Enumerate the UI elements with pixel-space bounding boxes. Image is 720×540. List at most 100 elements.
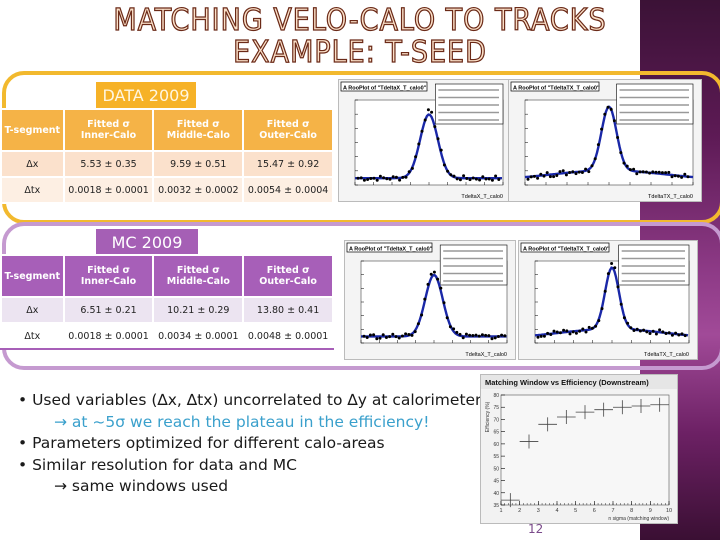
- data-point: [433, 125, 437, 129]
- data-point: [439, 148, 443, 152]
- data-point: [465, 177, 469, 180]
- data-point: [410, 333, 414, 337]
- data-point: [635, 327, 639, 331]
- y-tick-label: 35: [493, 503, 499, 509]
- data-point: [587, 170, 591, 174]
- data-point: [580, 171, 584, 174]
- table-cell: 0.0054 ± 0.0004: [242, 176, 334, 204]
- data-point: [462, 174, 466, 178]
- data-point: [578, 329, 582, 333]
- data-point: [590, 164, 594, 168]
- table-cell: 0.0034 ± 0.0001: [152, 322, 245, 350]
- y-tick-label: 60: [493, 442, 499, 448]
- data-point: [536, 176, 540, 180]
- data-point: [562, 328, 566, 332]
- x-tick-label: 5: [574, 508, 577, 514]
- data-point: [529, 175, 533, 179]
- data-point: [394, 175, 398, 179]
- data-point: [468, 333, 472, 337]
- data-point: [474, 333, 478, 337]
- data-point: [464, 332, 468, 336]
- data-point: [539, 334, 543, 338]
- data-point: [439, 286, 443, 290]
- data-point: [664, 171, 668, 175]
- data-point: [568, 332, 572, 336]
- data-point: [683, 172, 687, 176]
- data-point: [448, 325, 452, 329]
- data-deltatx-fit-plot: A RooPlot of "TdeltaTX_T_calo0" TdeltaTX_…: [508, 79, 702, 202]
- data-point: [532, 174, 536, 178]
- data-point: [398, 178, 402, 182]
- header-cell: Fitted σ Outer-Calo: [242, 254, 334, 298]
- data-point: [645, 330, 649, 334]
- data-point: [597, 319, 601, 323]
- data-point: [590, 326, 594, 330]
- slide-title-line2: EXAMPLE: T-SEED: [232, 35, 487, 70]
- data-point: [420, 313, 424, 317]
- data-point: [410, 166, 414, 170]
- data-point: [436, 137, 440, 141]
- data-point: [542, 334, 546, 338]
- data-point: [548, 175, 552, 179]
- y-tick-label: 80: [493, 393, 499, 399]
- data-point: [455, 177, 459, 181]
- data-point: [610, 262, 614, 265]
- data-point: [555, 174, 559, 177]
- data-point: [683, 334, 687, 338]
- data-point: [458, 178, 462, 182]
- header-cell: Fitted σ Middle-Calo: [152, 108, 245, 152]
- data-point: [432, 270, 436, 274]
- data-point: [407, 333, 411, 336]
- x-tick-label: 1: [499, 508, 502, 514]
- data-point: [388, 335, 392, 339]
- data-point: [596, 143, 600, 147]
- data-point: [368, 333, 372, 337]
- data-point: [490, 178, 494, 182]
- data-point: [654, 170, 658, 174]
- table-cell: Δx: [0, 296, 65, 324]
- plot-x-label: TdeltaX_T_calo0: [465, 352, 507, 358]
- data-point: [494, 174, 498, 178]
- data-point: [378, 336, 382, 340]
- data-point: [417, 142, 421, 146]
- data-point: [625, 164, 629, 168]
- data-point: [635, 172, 639, 176]
- data-point: [651, 170, 655, 174]
- plot-title: A RooPlot of "TdeltaTX_T_calo0": [513, 86, 600, 92]
- data-point: [622, 316, 626, 320]
- data-point: [658, 328, 662, 332]
- table-header-row: T-segment Fitted σ Inner-Calo Fitted σ Mid…: [0, 108, 334, 152]
- data-point: [474, 177, 478, 181]
- header-cell: Fitted σ Outer-Calo: [242, 108, 334, 152]
- table-cell: 15.47 ± 0.92: [242, 150, 334, 178]
- data-point: [574, 172, 578, 176]
- data-point: [628, 168, 632, 172]
- data-point: [430, 110, 434, 114]
- data-point: [542, 174, 546, 178]
- plot-x-label: TdeltaTX_T_calo0: [648, 194, 693, 200]
- data-point: [391, 175, 395, 179]
- data-point: [677, 333, 681, 337]
- data-point: [487, 177, 491, 181]
- data-point: [584, 167, 588, 171]
- bullet-item: • Similar resolution for data and MC: [18, 455, 297, 474]
- plot-x-label: TdeltaX_T_calo0: [461, 194, 503, 200]
- data-point: [593, 157, 597, 161]
- data-point: [404, 175, 408, 179]
- table-row: Δtx 0.0018 ± 0.0001 0.0034 ± 0.0001 0.00…: [0, 322, 334, 350]
- efficiency-chart: Matching Window vs Efficiency (Downstrea…: [480, 374, 678, 524]
- table-row: Δtx 0.0018 ± 0.0001 0.0032 ± 0.0002 0.00…: [0, 176, 334, 204]
- data-point: [571, 170, 575, 174]
- data-point: [385, 177, 389, 181]
- data-point: [664, 332, 668, 335]
- data-point: [660, 171, 664, 175]
- data-point: [458, 332, 462, 336]
- data-point: [619, 302, 623, 306]
- data-point: [420, 129, 424, 133]
- y-tick-label: 55: [493, 454, 499, 460]
- data-point: [394, 335, 398, 339]
- data-point: [375, 178, 379, 182]
- data-point: [676, 174, 680, 178]
- data-point: [565, 329, 569, 333]
- data-point: [471, 176, 475, 180]
